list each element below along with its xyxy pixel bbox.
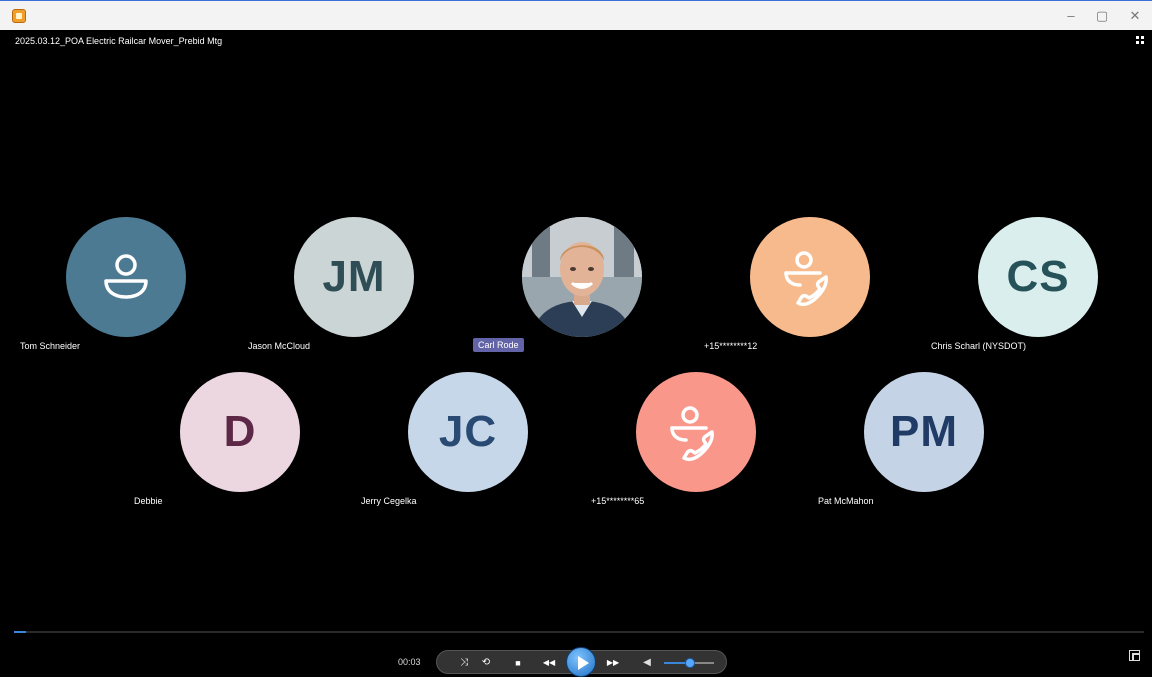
participant-avatar: JC <box>408 372 528 492</box>
participant-name: Jason McCloud <box>248 341 311 351</box>
participant-avatar: D <box>180 372 300 492</box>
participant-avatar <box>522 217 642 337</box>
participant-avatar <box>750 217 870 337</box>
maximize-button[interactable]: ▢ <box>1087 7 1117 25</box>
participant-avatar: JM <box>294 217 414 337</box>
stop-button[interactable]: ■ <box>511 656 525 670</box>
avatar-initials: JC <box>438 407 498 456</box>
participant-name: Debbie <box>134 496 163 506</box>
participant-avatar <box>636 372 756 492</box>
switch-to-library-icon[interactable] <box>1129 650 1140 661</box>
participant-avatar <box>66 217 186 337</box>
title-bar: – ▢ ✕ <box>0 0 1152 30</box>
video-title: 2025.03.12_POA Electric Railcar Mover_Pr… <box>15 36 223 46</box>
phone-person-icon <box>784 251 828 307</box>
avatar-initials: PM <box>890 407 958 456</box>
participant-name: Carl Rode <box>473 338 524 352</box>
app-icon <box>12 9 26 23</box>
elapsed-time: 00:03 <box>398 657 421 667</box>
seek-bar-fill <box>14 631 27 633</box>
avatar-initials: D <box>223 407 257 456</box>
volume-slider[interactable] <box>664 658 714 668</box>
avatar-initials: CS <box>1006 252 1070 301</box>
playback-controls: ⤨ ⟲ ■ ◀◀ ▶▶ ◀ <box>436 647 727 677</box>
participant-name: Tom Schneider <box>20 341 81 351</box>
close-button[interactable]: ✕ <box>1120 7 1150 25</box>
participant-name: Chris Scharl (NYSDOT) <box>931 341 1027 351</box>
mute-button[interactable]: ◀ <box>640 656 654 670</box>
seek-bar[interactable] <box>14 631 1144 633</box>
participant-avatar: CS <box>978 217 1098 337</box>
grid-layout-icon[interactable] <box>1136 36 1146 46</box>
previous-button[interactable]: ◀◀ <box>539 656 559 670</box>
participant-avatar: PM <box>864 372 984 492</box>
participant-name: +15********12 <box>704 341 758 351</box>
participant-name: Jerry Cegelka <box>361 496 417 506</box>
participant-name: +15********65 <box>591 496 645 506</box>
volume-knob[interactable] <box>685 658 695 668</box>
participant-photo <box>522 217 642 337</box>
phone-person-icon <box>670 406 714 462</box>
video-area[interactable]: 2025.03.12_POA Electric Railcar Mover_Pr… <box>8 30 1152 677</box>
participant-name: Pat McMahon <box>818 496 874 506</box>
shuffle-button[interactable]: ⤨ <box>457 656 471 670</box>
person-icon <box>104 254 148 299</box>
repeat-button[interactable]: ⟲ <box>479 656 493 670</box>
minimize-button[interactable]: – <box>1056 7 1086 25</box>
play-button[interactable] <box>566 647 596 677</box>
next-button[interactable]: ▶▶ <box>603 656 623 670</box>
avatar-initials: JM <box>322 252 386 301</box>
